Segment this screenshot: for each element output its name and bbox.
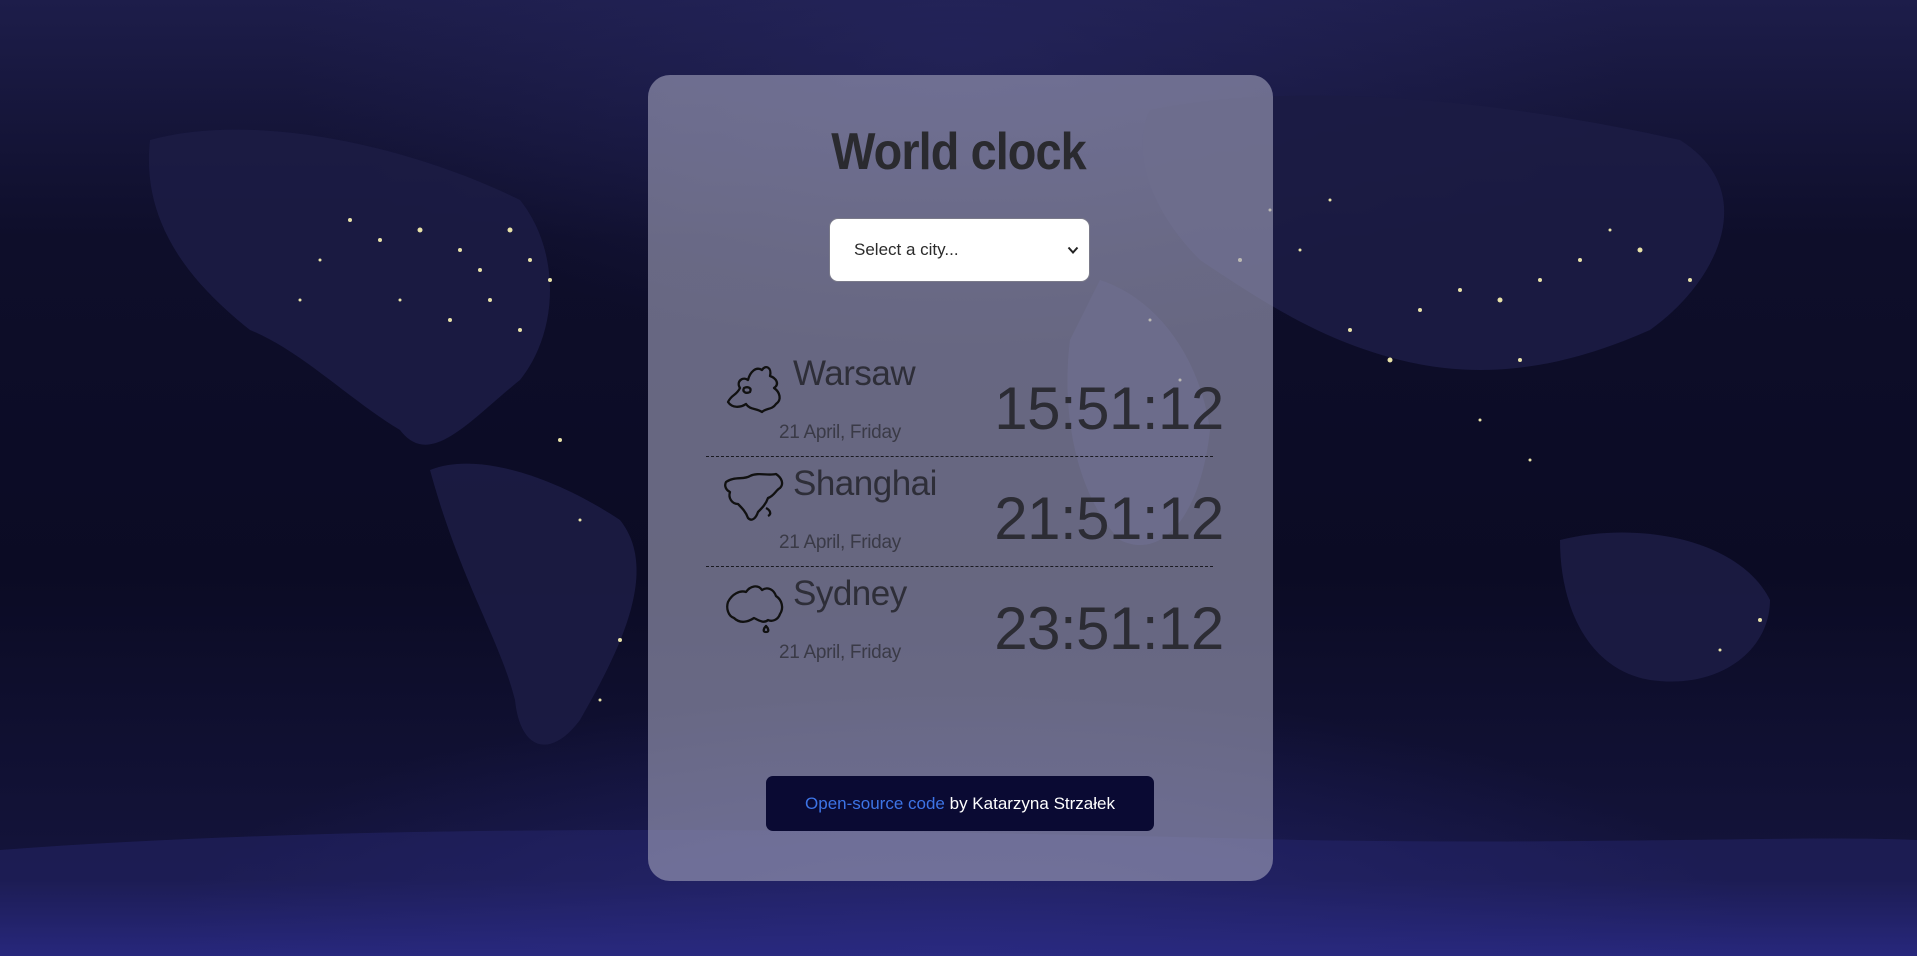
city-date: 21 April, Friday	[779, 642, 901, 663]
city-date: 21 April, Friday	[779, 532, 901, 553]
city-time: 23:51:12	[994, 595, 1224, 662]
city-name: Warsaw	[793, 354, 916, 393]
city-date: 21 April, Friday	[779, 422, 901, 443]
asia-continent-icon	[724, 472, 784, 521]
city-name: Sydney	[793, 574, 907, 613]
footer-credit: Open-source code by Katarzyna Strzałek	[766, 776, 1154, 831]
source-code-link[interactable]: Open-source code	[805, 794, 945, 814]
australia-continent-icon	[726, 585, 784, 634]
city-name: Shanghai	[793, 464, 937, 503]
page-title: World clock	[831, 123, 1086, 181]
city-time: 15:51:12	[994, 375, 1224, 442]
city-select-value: Select a city...	[854, 240, 959, 259]
chevron-down-icon	[1067, 246, 1079, 254]
city-time: 21:51:12	[994, 485, 1224, 552]
city-row-warsaw: Warsaw 21 April, Friday 15:51:12	[706, 346, 1224, 457]
city-row-sydney: Sydney 21 April, Friday 23:51:12	[706, 566, 1224, 676]
footer-author: by Katarzyna Strzałek	[949, 793, 1115, 813]
city-row-shanghai: Shanghai 21 April, Friday 21:51:12	[706, 456, 1224, 567]
city-select[interactable]: Select a city...	[829, 218, 1090, 282]
europe-continent-icon	[726, 366, 781, 414]
